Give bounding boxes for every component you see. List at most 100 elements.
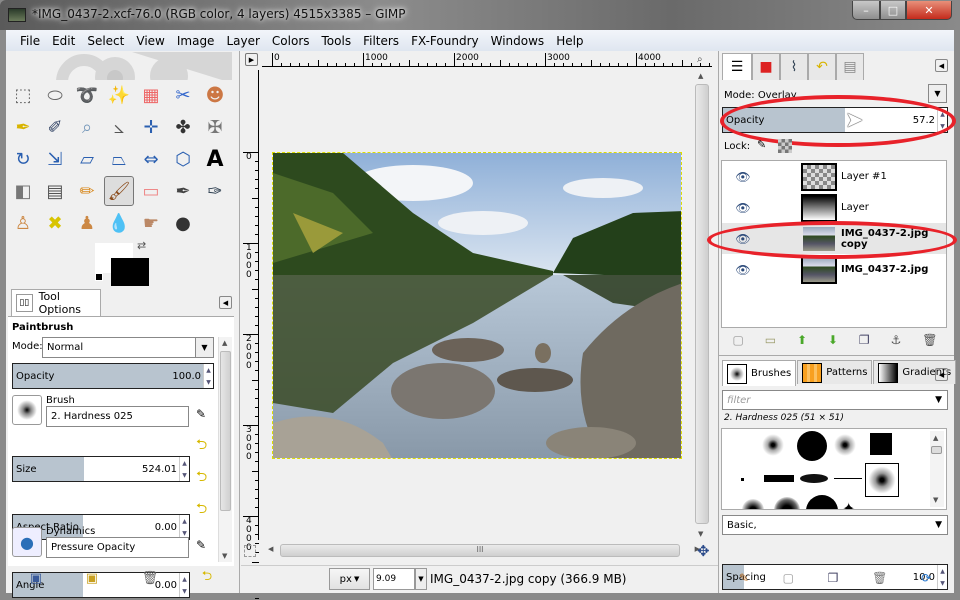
- image-canvas[interactable]: [272, 152, 682, 459]
- layer-name[interactable]: Layer: [841, 202, 869, 213]
- configure-tab-button[interactable]: ◀: [219, 296, 232, 309]
- edit-dynamics-icon[interactable]: ✎: [196, 538, 206, 552]
- menu-file[interactable]: File: [14, 34, 46, 48]
- brush-item[interactable]: [742, 499, 764, 509]
- reset-angle-icon[interactable]: ⮌: [196, 498, 207, 522]
- brush-item[interactable]: [870, 433, 892, 455]
- lock-pixels-icon[interactable]: ✎: [757, 138, 766, 151]
- tool-align[interactable]: ✤: [168, 112, 198, 142]
- maximize-button[interactable]: □: [880, 1, 906, 20]
- zoom-dropdown-button[interactable]: ▼: [415, 568, 427, 590]
- tool-pencil[interactable]: ✏: [72, 176, 102, 206]
- brush-item[interactable]: [834, 434, 856, 456]
- tool-zoom[interactable]: ⌕: [72, 112, 102, 142]
- horizontal-scrollbar[interactable]: ◀ III ▶: [262, 543, 700, 559]
- reset-aspect-ratio-icon[interactable]: ⮌: [196, 466, 207, 490]
- brush-item-selected[interactable]: [865, 463, 899, 497]
- tool-measure[interactable]: ⦣: [104, 112, 134, 142]
- layer-row[interactable]: 👁 Layer #1: [722, 161, 946, 192]
- brush-item[interactable]: ✦: [842, 499, 855, 509]
- tool-rect-select[interactable]: ⬚: [8, 80, 38, 110]
- brush-item[interactable]: [774, 497, 800, 509]
- new-layer-icon[interactable]: ▢: [732, 333, 743, 347]
- restore-options-icon[interactable]: ▣: [86, 571, 98, 586]
- tool-select-by-color[interactable]: ▦: [136, 80, 166, 110]
- zoom-image-icon[interactable]: ⌕: [697, 54, 703, 65]
- reset-size-icon[interactable]: ⮌: [196, 434, 207, 458]
- delete-brush-icon[interactable]: 🗑: [872, 571, 887, 585]
- default-colors-icon[interactable]: [95, 273, 103, 281]
- brush-tag-field[interactable]: Basic, ▼: [722, 515, 948, 535]
- tool-scissors-select[interactable]: ✂: [168, 80, 198, 110]
- aspect-ratio-spinner[interactable]: ▲ ▼: [179, 515, 189, 539]
- tool-fuzzy-select[interactable]: ✨: [104, 80, 134, 110]
- brush-grid[interactable]: ✦ ▲ ▼: [721, 428, 947, 510]
- tool-clone[interactable]: ♙: [8, 208, 38, 238]
- image-menu-button[interactable]: ▶: [245, 53, 258, 66]
- menu-layer[interactable]: Layer: [220, 34, 265, 48]
- visibility-eye-icon[interactable]: 👁: [728, 201, 758, 215]
- vertical-scroll-thumb[interactable]: [695, 84, 709, 524]
- anchor-layer-icon[interactable]: ⚓: [891, 333, 902, 347]
- tab-brushes[interactable]: Brushes: [722, 360, 797, 386]
- brush-item[interactable]: [800, 474, 828, 483]
- tool-crop[interactable]: ✠: [200, 112, 230, 142]
- menu-colors[interactable]: Colors: [266, 34, 316, 48]
- tool-perspective-clone[interactable]: ♟: [72, 208, 102, 238]
- delete-options-icon[interactable]: 🗑: [142, 571, 159, 586]
- dynamics-field[interactable]: Pressure Opacity: [46, 537, 189, 558]
- horizontal-scroll-thumb[interactable]: III: [280, 544, 680, 557]
- duplicate-layer-icon[interactable]: ❐: [859, 333, 870, 347]
- tab-patterns[interactable]: Patterns: [797, 360, 873, 384]
- brush-preview[interactable]: [12, 395, 42, 425]
- horizontal-ruler[interactable]: 0 1000 2000 3000 4000: [262, 53, 719, 67]
- tool-paintbrush[interactable]: 🖌: [104, 176, 134, 206]
- brush-name-field[interactable]: 2. Hardness 025: [46, 406, 189, 427]
- tool-eraser[interactable]: ▭: [136, 176, 166, 206]
- tool-options-scrollbar[interactable]: ▲ ▼: [218, 337, 232, 562]
- opacity-spinner[interactable]: ▲ ▼: [203, 364, 213, 388]
- edit-brush-icon[interactable]: ✎: [196, 407, 206, 421]
- tool-free-select[interactable]: ➰: [72, 80, 102, 110]
- tool-ellipse-select[interactable]: ⬭: [40, 80, 70, 110]
- menu-fx-foundry[interactable]: FX-Foundry: [405, 34, 485, 48]
- visibility-eye-icon[interactable]: 👁: [728, 232, 758, 246]
- vertical-scrollbar[interactable]: ▲ ▼: [694, 70, 710, 540]
- tab-paths[interactable]: ⌇: [780, 53, 808, 80]
- brush-grid-scrollbar[interactable]: ▲ ▼: [930, 431, 944, 507]
- layer-name[interactable]: Layer #1: [841, 171, 887, 182]
- reset-options-icon[interactable]: ⮌: [202, 567, 212, 589]
- tool-scale[interactable]: ⇲: [40, 144, 70, 174]
- menu-windows[interactable]: Windows: [485, 34, 551, 48]
- layer-name[interactable]: IMG_0437-2.jpg copy: [841, 228, 946, 250]
- tool-ink[interactable]: ✑: [200, 176, 230, 206]
- quick-mask-toggle[interactable]: [244, 545, 256, 557]
- new-brush-icon[interactable]: ▢: [783, 571, 794, 585]
- configure-layers-tab-button[interactable]: ◀: [935, 59, 948, 72]
- tab-channels[interactable]: ■: [752, 53, 780, 80]
- layer-opacity-slider[interactable]: Opacity 57.2 ▲ ▼: [722, 107, 948, 133]
- visibility-eye-icon[interactable]: 👁: [728, 263, 758, 277]
- refresh-brushes-icon[interactable]: ⟳: [921, 571, 931, 585]
- close-button[interactable]: ✕: [906, 1, 952, 20]
- tool-flip[interactable]: ⇔: [136, 144, 166, 174]
- raise-layer-icon[interactable]: ⬆: [797, 333, 807, 347]
- menu-help[interactable]: Help: [550, 34, 589, 48]
- tab-document[interactable]: ▤: [836, 53, 864, 80]
- tool-foreground-select[interactable]: ☻: [200, 80, 230, 110]
- zoom-field[interactable]: 9.09: [373, 568, 415, 590]
- brush-item[interactable]: [764, 475, 794, 482]
- layer-row[interactable]: 👁 Layer: [722, 192, 946, 223]
- delete-layer-icon[interactable]: 🗑: [922, 333, 937, 347]
- layer-opacity-spinner[interactable]: ▲ ▼: [937, 108, 947, 132]
- menu-select[interactable]: Select: [81, 34, 130, 48]
- tool-blend[interactable]: ▤: [40, 176, 70, 206]
- swap-colors-icon[interactable]: ⇄: [137, 239, 146, 252]
- size-spinner[interactable]: ▲ ▼: [179, 457, 189, 481]
- fg-bg-color-widget[interactable]: ⇄: [95, 239, 155, 288]
- tab-tool-options[interactable]: ▯▯ Tool Options: [11, 289, 101, 316]
- edit-brush-icon[interactable]: ✎: [739, 571, 749, 585]
- dynamics-icon[interactable]: ●: [12, 527, 42, 557]
- tool-move[interactable]: ✛: [136, 112, 166, 142]
- tool-bucket-fill[interactable]: ◧: [8, 176, 38, 206]
